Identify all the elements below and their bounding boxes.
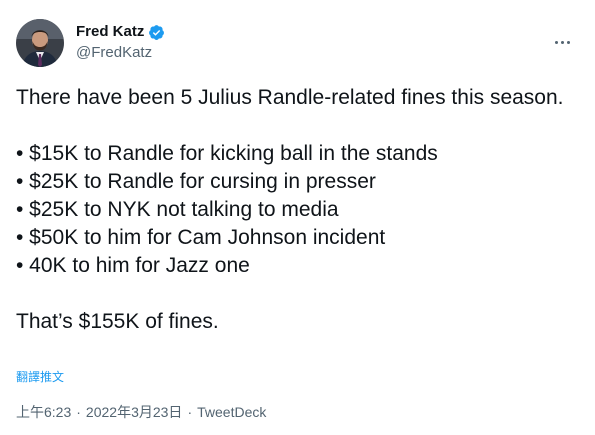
tweet-header: Fred Katz @FredKatz (16, 19, 579, 67)
fine-item: • $15K to Randle for kicking ball in the… (16, 142, 438, 165)
translate-tweet-link[interactable]: 翻譯推文 (16, 368, 64, 385)
verified-badge-icon (148, 24, 165, 41)
meta-separator: · (76, 404, 81, 420)
fine-item: • 40K to him for Jazz one (16, 254, 250, 277)
user-handle[interactable]: @FredKatz (76, 44, 165, 63)
tweet-date[interactable]: 2022年3月23日 (86, 402, 183, 422)
tweet-text: There have been 5 Julius Randle-related … (16, 84, 579, 336)
fine-item: • $25K to NYK not talking to media (16, 198, 339, 221)
avatar[interactable] (16, 19, 64, 67)
tweet-card: Fred Katz @FredKatz There have been 5 Ju… (0, 0, 595, 435)
tweet-source[interactable]: TweetDeck (197, 404, 266, 420)
tweet-time[interactable]: 上午6:23 (16, 402, 71, 422)
more-icon-dot (560, 40, 564, 44)
more-icon (554, 40, 558, 44)
fine-item: • $25K to Randle for cursing in presser (16, 170, 376, 193)
user-info: Fred Katz @FredKatz (76, 23, 165, 63)
name-row: Fred Katz (76, 23, 165, 42)
more-options-button[interactable] (545, 25, 579, 59)
fine-item: • $50K to him for Cam Johnson incident (16, 226, 386, 249)
more-icon-dot (566, 40, 570, 44)
tweet-metadata: 上午6:23 · 2022年3月23日 · TweetDeck (16, 402, 266, 422)
avatar-photo-icon (16, 19, 64, 67)
tweet-intro: There have been 5 Julius Randle-related … (16, 86, 564, 109)
display-name[interactable]: Fred Katz (76, 23, 144, 42)
tweet-conclusion: That’s $155K of fines. (16, 310, 219, 333)
meta-separator: · (187, 404, 193, 420)
